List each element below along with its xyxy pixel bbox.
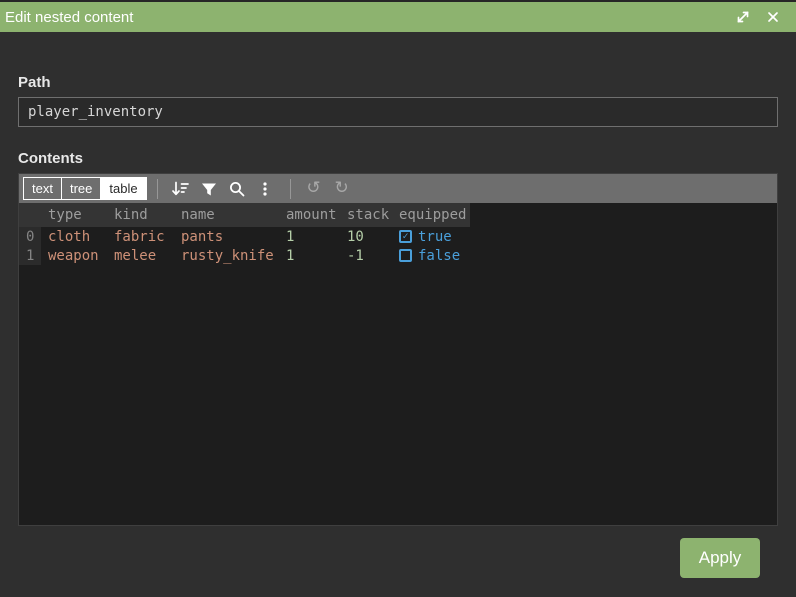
column-header-kind: kind [107,203,174,227]
dialog-title: Edit nested content [5,8,134,26]
sort-button[interactable] [167,176,195,202]
editor-toolbar: text tree table ↺ ↻ [19,174,777,203]
resize-button[interactable] [732,6,754,28]
mode-button-text[interactable]: text [23,177,62,200]
apply-button[interactable]: Apply [680,538,760,578]
cell-kind[interactable]: melee [107,246,174,265]
resize-diagonal-icon [735,9,751,25]
cell-name[interactable]: pants [174,227,279,246]
column-header-name: name [174,203,279,227]
filter-icon [200,180,218,198]
redo-icon: ↻ [334,178,349,198]
table-row: 1 weapon melee rusty_knife 1 -1 false [19,246,470,265]
json-table: type kind name amount stack equipped 0 c… [19,203,470,265]
boolean-value-label: false [418,247,461,264]
row-index: 0 [19,227,41,246]
cell-amount[interactable]: 1 [279,227,340,246]
cell-stack[interactable]: -1 [340,246,392,265]
redo-button[interactable]: ↻ [328,176,356,202]
dialog-footer: Apply [18,526,778,578]
cell-type[interactable]: cloth [41,227,107,246]
mode-button-tree[interactable]: tree [60,177,102,200]
close-icon [766,10,780,24]
path-label: Path [18,74,51,91]
cell-name[interactable]: rusty_knife [174,246,279,265]
more-menu-button[interactable] [251,176,279,202]
toolbar-separator [289,178,291,199]
sort-icon [171,179,190,198]
cell-type[interactable]: weapon [41,246,107,265]
contents-label: Contents [18,150,83,167]
search-button[interactable] [223,176,251,202]
path-input[interactable] [18,97,778,127]
more-menu-icon [256,180,274,198]
index-column-header [19,203,41,227]
dialog-titlebar: Edit nested content [0,0,796,32]
undo-button[interactable]: ↺ [300,176,328,202]
column-header-amount: amount [279,203,340,227]
toolbar-separator [156,178,158,199]
filter-button[interactable] [195,176,223,202]
table-view: type kind name amount stack equipped 0 c… [19,203,777,525]
cell-equipped: true [392,227,470,246]
row-index: 1 [19,246,41,265]
column-header-equipped: equipped [392,203,470,227]
json-editor: text tree table ↺ ↻ type kind name amoun… [18,173,778,526]
close-button[interactable] [762,6,784,28]
column-header-type: type [41,203,107,227]
equipped-checkbox[interactable] [399,230,412,243]
equipped-checkbox[interactable] [399,249,412,262]
undo-icon: ↺ [306,178,321,198]
column-header-stack: stack [340,203,392,227]
mode-button-table[interactable]: table [100,177,147,200]
cell-stack[interactable]: 10 [340,227,392,246]
cell-amount[interactable]: 1 [279,246,340,265]
table-header-row: type kind name amount stack equipped [19,203,470,227]
mode-switcher: text tree table [23,177,147,200]
search-icon [228,180,246,198]
table-row: 0 cloth fabric pants 1 10 true [19,227,470,246]
boolean-value-label: true [418,228,452,245]
cell-kind[interactable]: fabric [107,227,174,246]
cell-equipped: false [392,246,470,265]
